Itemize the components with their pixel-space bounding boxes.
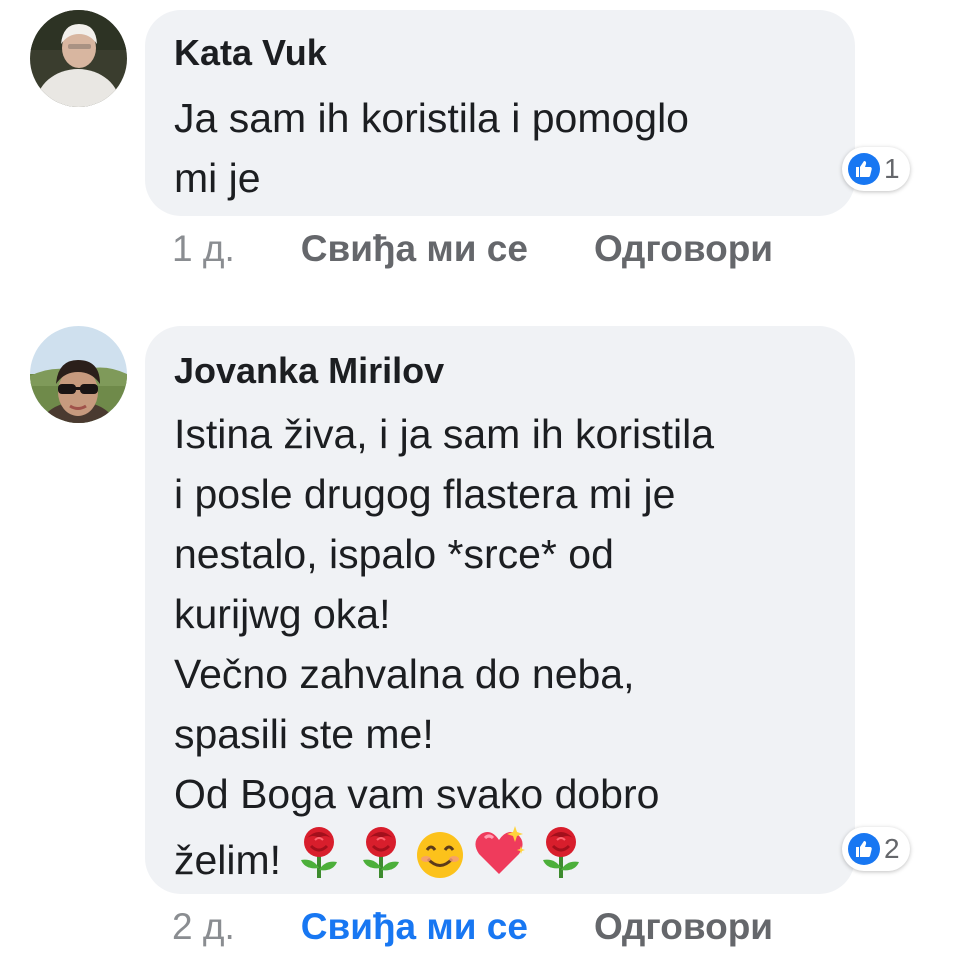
comment-line: i posle drugog flastera mi je — [174, 471, 676, 517]
comment-line: Ja sam ih koristila i pomoglo — [174, 95, 689, 141]
reply-button[interactable]: Одговори — [594, 228, 773, 270]
smiling-face-emoji — [415, 830, 465, 896]
sparkling-heart-emoji — [471, 824, 527, 896]
reply-button[interactable]: Одговори — [594, 906, 773, 948]
comment-bubble: Kata Vuk Ja sam ih koristila i pomoglo m… — [145, 10, 855, 216]
comment-actions: 1 д. Свиђа ми се Одговори — [172, 224, 773, 274]
comment-timestamp[interactable]: 2 д. — [172, 906, 235, 948]
like-button[interactable]: Свиђа ми се — [301, 228, 528, 270]
comment-actions: 2 д. Свиђа ми се Одговори — [172, 902, 773, 952]
like-icon — [848, 153, 880, 185]
like-button[interactable]: Свиђа ми се — [301, 906, 528, 948]
reaction-summary[interactable]: 2 — [842, 827, 910, 871]
rose-emoji — [533, 824, 589, 896]
comment-line: mi je — [174, 155, 261, 201]
comment-text: Ja sam ih koristila i pomoglo mi je — [174, 88, 689, 208]
comment-line: spasili ste me! — [174, 711, 434, 757]
reaction-count: 1 — [884, 153, 900, 184]
comment-author[interactable]: Jovanka Mirilov — [174, 350, 444, 392]
avatar[interactable] — [30, 326, 127, 423]
rose-emoji — [291, 824, 347, 896]
comment-line: Od Boga vam svako dobro — [174, 771, 660, 817]
comment-line: nestalo, ispalo *srce* od — [174, 531, 614, 577]
comment-line: kurijwg oka! — [174, 591, 391, 637]
comment-text: Istina živa, i ja sam ih koristila i pos… — [174, 404, 714, 896]
comment-bubble: Jovanka Mirilov Istina živa, i ja sam ih… — [145, 326, 855, 894]
comment-line: želim! — [174, 837, 282, 883]
comment-line: Istina živa, i ja sam ih koristila — [174, 411, 715, 457]
emoji-group — [291, 824, 589, 896]
avatar[interactable] — [30, 10, 127, 107]
comment-line: Večno zahvalna do neba, — [174, 651, 635, 697]
like-icon — [848, 833, 880, 865]
reaction-summary[interactable]: 1 — [842, 147, 910, 191]
comment-timestamp[interactable]: 1 д. — [172, 228, 235, 270]
comment-author[interactable]: Kata Vuk — [174, 32, 327, 74]
reaction-count: 2 — [884, 833, 900, 864]
rose-emoji — [353, 824, 409, 896]
